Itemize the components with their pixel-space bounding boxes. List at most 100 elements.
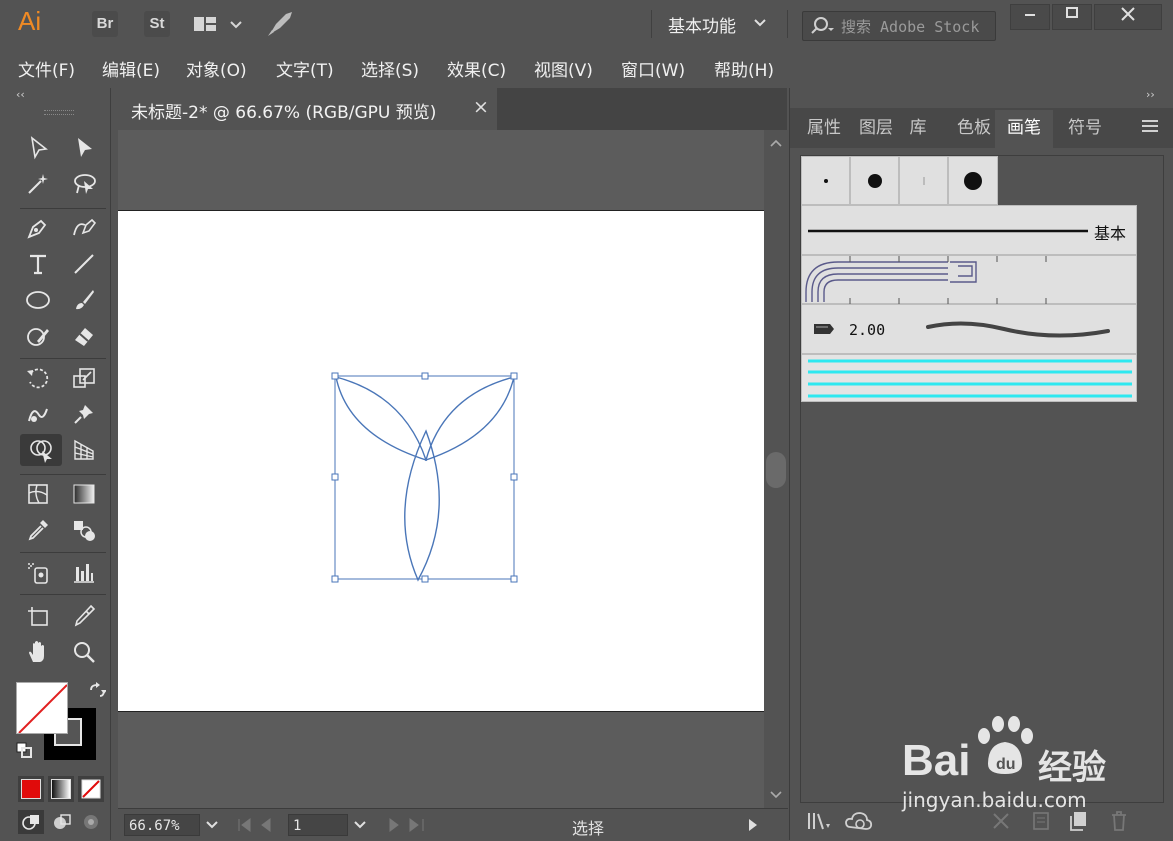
stock-button[interactable]: St bbox=[144, 11, 170, 37]
tab-properties[interactable]: 属性 bbox=[803, 110, 845, 148]
slice-tool[interactable] bbox=[66, 600, 102, 632]
divider bbox=[20, 208, 106, 209]
calligraphic-brush-2[interactable] bbox=[850, 156, 899, 205]
fill-stroke-widget[interactable] bbox=[16, 678, 106, 768]
color-button[interactable] bbox=[18, 776, 44, 802]
pen-tool[interactable] bbox=[20, 212, 56, 244]
fill-swatch[interactable] bbox=[16, 682, 68, 734]
symbol-sprayer-tool[interactable] bbox=[20, 556, 56, 588]
zoom-field[interactable]: 66.67% bbox=[124, 814, 200, 836]
eyedropper-tool[interactable] bbox=[20, 514, 56, 546]
gradient-button[interactable] bbox=[48, 776, 74, 802]
menu-edit[interactable]: 编辑(E) bbox=[102, 56, 160, 81]
artboard-tool[interactable] bbox=[20, 600, 56, 632]
draw-behind-button[interactable] bbox=[48, 810, 74, 834]
type-tool[interactable] bbox=[20, 248, 56, 280]
artboard-number-field[interactable]: 1 bbox=[288, 814, 348, 836]
artboard[interactable] bbox=[118, 210, 764, 712]
collapse-panel-icon[interactable]: ›› bbox=[1146, 88, 1155, 101]
line-segment-tool[interactable] bbox=[66, 248, 102, 280]
curvature-tool[interactable] bbox=[66, 212, 102, 244]
libraries-cloud-icon[interactable] bbox=[844, 809, 874, 833]
warp-tool[interactable] bbox=[20, 398, 56, 430]
direct-selection-tool[interactable] bbox=[66, 132, 102, 164]
draw-inside-icon bbox=[84, 815, 98, 829]
options-icon[interactable] bbox=[1030, 810, 1052, 832]
last-artboard-icon[interactable] bbox=[386, 817, 430, 833]
puppet-warp-tool[interactable] bbox=[66, 398, 102, 430]
scrollbar-thumb[interactable] bbox=[766, 452, 786, 488]
eraser-tool[interactable] bbox=[66, 320, 102, 352]
brush-libraries-icon[interactable] bbox=[806, 810, 834, 832]
tab-brushes[interactable]: 画笔 bbox=[995, 110, 1053, 148]
gpu-performance-button[interactable] bbox=[266, 10, 296, 42]
panel-menu-button[interactable] bbox=[1140, 118, 1160, 138]
arrange-documents-button[interactable] bbox=[193, 14, 249, 40]
close-document-button[interactable]: × bbox=[473, 96, 489, 118]
basic-brush[interactable]: 基本 bbox=[801, 205, 1137, 255]
trash-icon[interactable] bbox=[1108, 810, 1130, 832]
divider bbox=[20, 552, 106, 553]
tab-libraries[interactable]: 库 bbox=[905, 110, 931, 148]
menu-effect[interactable]: 效果(C) bbox=[447, 56, 506, 81]
paintbrush-tool[interactable] bbox=[66, 284, 102, 316]
first-artboard-icon[interactable] bbox=[236, 817, 280, 833]
new-brush-icon[interactable] bbox=[1068, 810, 1090, 832]
vertical-scrollbar[interactable] bbox=[764, 130, 788, 808]
menu-window[interactable]: 窗口(W) bbox=[621, 56, 685, 81]
menu-select[interactable]: 选择(S) bbox=[361, 56, 419, 81]
lasso-tool[interactable] bbox=[66, 168, 102, 200]
workspace-switcher[interactable]: 基本功能 bbox=[668, 12, 736, 37]
draw-inside-button[interactable] bbox=[78, 810, 104, 834]
blend-tool[interactable] bbox=[66, 514, 102, 546]
menu-object[interactable]: 对象(O) bbox=[186, 56, 247, 81]
menu-view[interactable]: 视图(V) bbox=[534, 56, 593, 81]
close-window-button[interactable] bbox=[1094, 4, 1162, 30]
zoom-tool[interactable] bbox=[66, 636, 102, 668]
maximize-button[interactable] bbox=[1052, 4, 1092, 30]
tab-symbols[interactable]: 符号 bbox=[1064, 110, 1106, 148]
menu-type[interactable]: 文字(T) bbox=[276, 56, 334, 81]
shaper-tool[interactable] bbox=[20, 320, 56, 352]
play-arrow-icon[interactable] bbox=[746, 817, 760, 833]
calligraphic-brush-3[interactable] bbox=[899, 156, 948, 205]
search-input[interactable]: 搜索 Adobe Stock bbox=[841, 16, 979, 37]
bridge-button[interactable]: Br bbox=[92, 11, 118, 37]
none-button[interactable] bbox=[78, 776, 104, 802]
scroll-down-icon[interactable] bbox=[769, 790, 783, 800]
draw-normal-button[interactable] bbox=[18, 810, 44, 834]
document-tab[interactable]: 未标题-2* @ 66.67% (RGB/GPU 预览) × bbox=[117, 88, 497, 130]
perspective-grid-tool[interactable] bbox=[66, 434, 102, 466]
swap-fill-stroke-icon[interactable] bbox=[88, 682, 106, 700]
blend-icon bbox=[74, 521, 95, 541]
tab-layers[interactable]: 图层 bbox=[855, 110, 897, 148]
toolbar-grip[interactable] bbox=[44, 110, 74, 115]
gradient-tool[interactable] bbox=[66, 478, 102, 510]
scroll-up-icon[interactable] bbox=[769, 138, 783, 148]
chevron-down-icon[interactable] bbox=[204, 818, 220, 832]
pattern-brush[interactable] bbox=[801, 255, 1137, 304]
stock-search-field[interactable]: 搜索 Adobe Stock bbox=[802, 11, 996, 41]
rotate-tool[interactable] bbox=[20, 362, 56, 394]
ellipse-tool[interactable] bbox=[20, 284, 56, 316]
bristle-brush[interactable]: 2.00 bbox=[801, 304, 1137, 354]
tab-swatches[interactable]: 色板 bbox=[953, 110, 995, 148]
magic-wand-tool[interactable] bbox=[20, 168, 56, 200]
calligraphic-brush-4[interactable] bbox=[948, 156, 998, 205]
collapse-toolbar-icon[interactable]: ‹‹ bbox=[16, 88, 25, 101]
artwork[interactable] bbox=[118, 211, 764, 711]
chevron-down-icon[interactable] bbox=[352, 818, 368, 832]
column-graph-tool[interactable] bbox=[66, 556, 102, 588]
hand-tool[interactable] bbox=[20, 636, 56, 668]
minimize-button[interactable] bbox=[1010, 4, 1050, 30]
menu-help[interactable]: 帮助(H) bbox=[714, 56, 774, 81]
calligraphic-brush-1[interactable] bbox=[801, 156, 850, 205]
remove-stroke-icon[interactable] bbox=[990, 810, 1012, 832]
default-fill-stroke-icon[interactable] bbox=[16, 742, 36, 762]
shape-builder-tool[interactable] bbox=[20, 434, 62, 466]
menu-file[interactable]: 文件(F) bbox=[18, 56, 75, 81]
cyan-lines-brush[interactable] bbox=[801, 354, 1137, 402]
mesh-tool[interactable] bbox=[20, 478, 56, 510]
selection-tool[interactable] bbox=[20, 132, 56, 164]
scale-tool[interactable] bbox=[66, 362, 102, 394]
